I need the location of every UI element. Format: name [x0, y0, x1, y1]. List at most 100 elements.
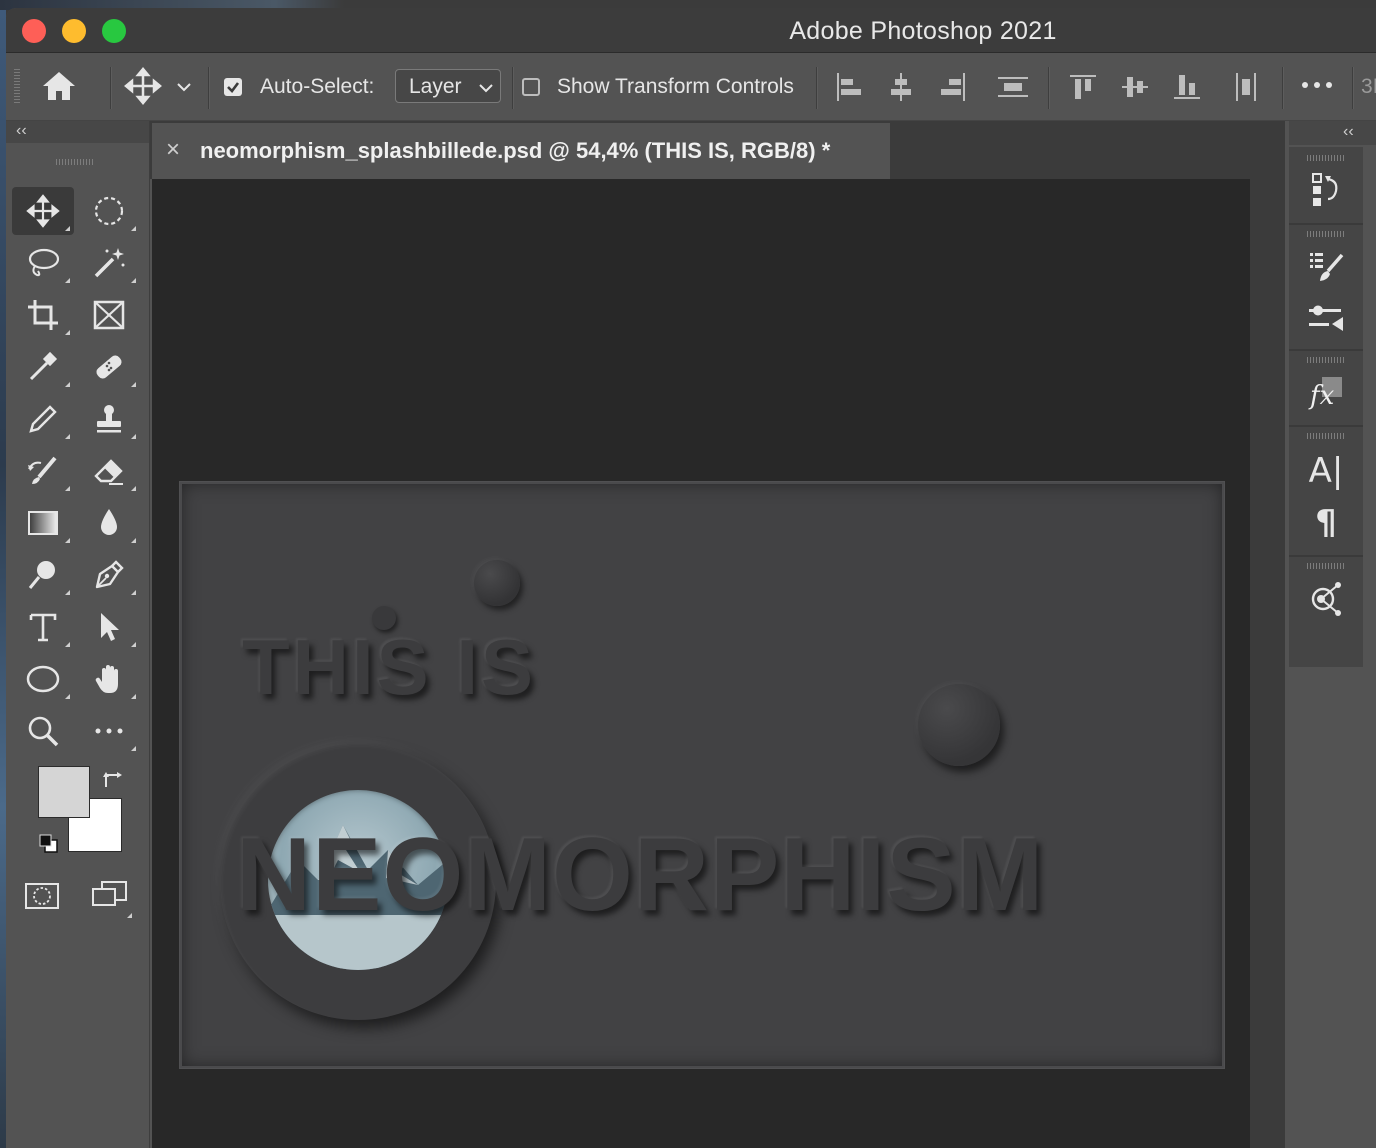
panel-group-grip[interactable] — [1307, 563, 1345, 569]
more-options-button[interactable] — [1300, 75, 1334, 100]
history-brush-tool[interactable] — [12, 447, 74, 495]
more-icon — [1302, 82, 1332, 88]
distribute-horizontal-icon — [1236, 73, 1256, 101]
vertical-scrollbar[interactable] — [1250, 179, 1285, 1148]
elliptical-marquee-tool[interactable] — [78, 187, 140, 235]
quick-mask-button[interactable] — [24, 881, 60, 916]
home-button[interactable] — [40, 69, 78, 108]
paths-panel-button[interactable] — [1289, 579, 1363, 619]
align-right-edges-button[interactable] — [938, 71, 968, 108]
drop-icon — [101, 509, 117, 535]
spot-healing-tool[interactable] — [78, 343, 140, 391]
tool-preset-dropdown[interactable] — [176, 80, 192, 98]
options-bar-grip[interactable] — [14, 69, 20, 105]
panel-group-grip[interactable] — [1307, 231, 1345, 237]
align-left-icon — [837, 73, 861, 101]
type-icon — [29, 613, 57, 642]
move-tool[interactable] — [12, 187, 74, 235]
pencil-icon — [29, 405, 57, 433]
swap-colors-button[interactable] — [102, 769, 124, 796]
eyedropper-icon — [29, 351, 58, 381]
divider — [208, 67, 209, 109]
align-top-edges-button[interactable] — [1068, 71, 1098, 108]
divider — [1352, 67, 1353, 109]
crop-icon — [28, 300, 58, 330]
gradient-tool[interactable] — [12, 499, 74, 547]
distribute-vertical-button[interactable] — [996, 71, 1030, 108]
align-left-edges-button[interactable] — [834, 71, 864, 108]
move-tool-preset-button[interactable] — [124, 67, 162, 110]
align-vertical-centers-button[interactable] — [1120, 71, 1150, 108]
sphere-shape — [918, 684, 1000, 766]
quick-mask-icon — [25, 883, 59, 909]
document-tab-title: neomorphism_splashbillede.psd @ 54,4% (T… — [200, 138, 831, 163]
crop-tool[interactable] — [12, 291, 74, 339]
divider — [1289, 555, 1363, 557]
divider — [110, 67, 111, 109]
brush-presets-panel-button[interactable] — [1289, 303, 1363, 337]
close-tab-icon[interactable]: × — [166, 136, 180, 164]
history-icon — [1312, 173, 1338, 206]
photoshop-window: Adobe Photoshop 2021 Auto-Select: Layer … — [6, 8, 1376, 1148]
move-icon — [124, 67, 162, 105]
panel-group-grip[interactable] — [1307, 155, 1345, 161]
pencil-tool[interactable] — [12, 395, 74, 443]
history-panel-button[interactable] — [1289, 171, 1363, 209]
align-bottom-edges-button[interactable] — [1172, 71, 1202, 108]
align-bottom-icon — [1174, 75, 1200, 99]
clone-stamp-tool[interactable] — [78, 395, 140, 443]
lasso-icon — [28, 248, 60, 277]
chevron-down-icon — [177, 83, 191, 92]
auto-select-checkbox[interactable] — [224, 78, 242, 96]
foreground-color-swatch[interactable] — [38, 766, 90, 818]
brushes-panel-button[interactable] — [1289, 249, 1363, 285]
blur-tool[interactable] — [78, 499, 140, 547]
brush-settings-icon — [1310, 253, 1344, 281]
lasso-tool[interactable] — [12, 239, 74, 287]
bandage-icon — [96, 355, 122, 379]
hand-icon — [95, 665, 118, 693]
panel-group-grip[interactable] — [1307, 357, 1345, 363]
eraser-tool[interactable] — [78, 447, 140, 495]
pen-tool[interactable] — [78, 551, 140, 599]
align-horizontal-centers-button[interactable] — [886, 71, 916, 108]
type-tool[interactable] — [12, 603, 74, 651]
divider — [1048, 67, 1049, 109]
arrow-cursor-icon — [101, 613, 119, 641]
document-tab[interactable]: × neomorphism_splashbillede.psd @ 54,4% … — [152, 123, 890, 179]
right-panel-header: ‹‹ — [1289, 121, 1376, 145]
styles-panel-button[interactable]: fx — [1289, 375, 1363, 413]
title-bar: Adobe Photoshop 2021 — [6, 8, 1376, 53]
character-panel-button[interactable]: A| — [1289, 451, 1363, 491]
auto-select-target-select[interactable]: Layer — [395, 69, 501, 103]
default-colors-button[interactable] — [38, 833, 60, 860]
magic-wand-icon — [94, 248, 125, 278]
edit-toolbar-button[interactable] — [78, 707, 140, 755]
zoom-tool[interactable] — [12, 707, 74, 755]
divider — [1289, 425, 1363, 427]
ellipse-tool[interactable] — [12, 655, 74, 703]
divider — [1289, 223, 1363, 225]
paragraph-panel-button[interactable]: ¶ — [1289, 503, 1363, 543]
document-canvas[interactable]: THIS IS NEOMORPHISM — [180, 482, 1224, 1068]
checkmark-icon — [227, 82, 240, 93]
frame-icon — [93, 300, 125, 330]
history-brush-icon — [28, 456, 57, 484]
dodge-tool[interactable] — [12, 551, 74, 599]
collapse-panels-button[interactable]: ‹‹ — [1343, 123, 1354, 141]
tools-panel-grip[interactable] — [56, 159, 94, 165]
eyedropper-tool[interactable] — [12, 343, 74, 391]
frame-tool[interactable] — [78, 291, 140, 339]
elliptical-marquee-icon — [94, 196, 124, 226]
hand-tool[interactable] — [78, 655, 140, 703]
distribute-horizontal-button[interactable] — [1232, 71, 1262, 108]
magic-wand-tool[interactable] — [78, 239, 140, 287]
panel-icons-column: fx A| ¶ — [1289, 147, 1363, 667]
show-transform-controls-checkbox[interactable] — [522, 78, 540, 96]
path-selection-tool[interactable] — [78, 603, 140, 651]
panel-group-grip[interactable] — [1307, 433, 1345, 439]
collapse-tools-button[interactable]: ‹‹ — [16, 122, 27, 140]
screen-mode-icon — [92, 881, 127, 906]
headline-neomorphism: NEOMORPHISM — [236, 817, 1045, 933]
screen-mode-button[interactable] — [90, 879, 132, 918]
